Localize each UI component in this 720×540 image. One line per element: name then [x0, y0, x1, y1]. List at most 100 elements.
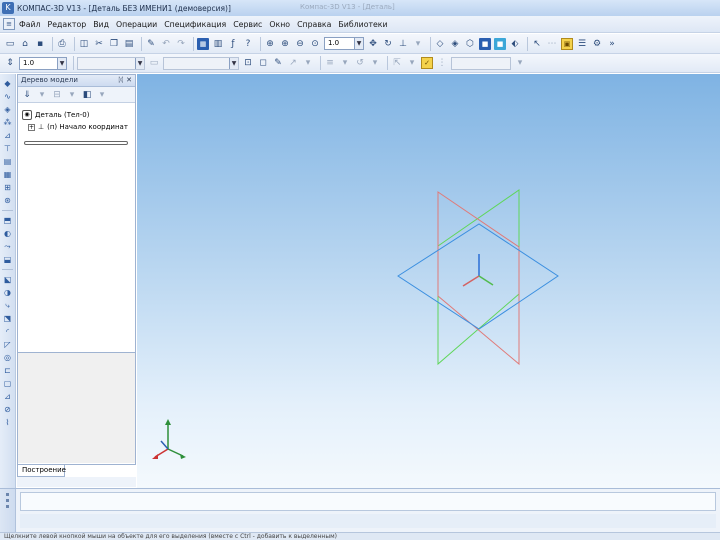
loft-icon[interactable]: ⬓ [2, 254, 13, 265]
filter-icon[interactable]: ⋯ [546, 38, 558, 50]
elements-icon[interactable]: ⊛ [2, 195, 13, 206]
tree-sort-dropdown-icon[interactable]: ▾ [36, 89, 48, 101]
tab-build[interactable]: Построение [17, 465, 66, 477]
pan-icon[interactable]: ✥ [367, 38, 379, 50]
menu-specification[interactable]: Спецификация [164, 20, 226, 29]
select-pointer-icon[interactable]: ↖ [531, 38, 543, 50]
orient-icon[interactable]: ↗ [287, 57, 299, 69]
grid-icon[interactable]: ⋮ [436, 57, 448, 69]
shaded-icon[interactable]: ■ [479, 37, 491, 50]
align-dropdown-icon[interactable]: ▾ [406, 57, 418, 69]
coordinates-combo[interactable] [451, 56, 511, 70]
wireframe-icon[interactable]: ◇ [434, 38, 446, 50]
coordinates-dropdown-icon[interactable]: ▾ [514, 57, 526, 69]
close-icon[interactable]: ✕ [126, 75, 132, 86]
tree-item-part[interactable]: ◉ Деталь (Тел-0) [22, 109, 131, 121]
format-painter-icon[interactable]: ✎ [145, 38, 157, 50]
menu-libraries[interactable]: Библиотеки [338, 20, 387, 29]
paste-icon[interactable]: ▤ [123, 38, 135, 50]
rotate-icon[interactable]: ↻ [382, 38, 394, 50]
layer-combo[interactable]: ▼ [77, 56, 145, 70]
new-document-icon[interactable]: ▭ [4, 38, 16, 50]
round-icon[interactable]: ✓ [421, 57, 433, 69]
menu-file[interactable]: Файл [19, 20, 41, 29]
help-pointer-icon[interactable]: ? [242, 38, 254, 50]
slope-icon[interactable]: ⊿ [2, 391, 13, 402]
kinematic-icon[interactable]: ⤳ [2, 241, 13, 252]
preview-icon[interactable]: ◫ [78, 38, 90, 50]
cut-icon[interactable]: ✂ [93, 38, 105, 50]
reports-icon[interactable]: ⊞ [2, 182, 13, 193]
perspective-icon[interactable]: ⬖ [509, 38, 521, 50]
rib-icon[interactable]: ⊏ [2, 365, 13, 376]
library-manager-icon[interactable]: ▣ [561, 37, 573, 50]
copy-icon[interactable]: ❐ [108, 38, 120, 50]
spatial-curves-icon[interactable]: ∿ [2, 91, 13, 102]
align-icon[interactable]: ⇱ [391, 57, 403, 69]
properties-panel-handle[interactable] [0, 489, 16, 533]
zoom-in-icon[interactable]: ⊕ [279, 38, 291, 50]
menu-help[interactable]: Справка [297, 20, 331, 29]
zoom-out-icon[interactable]: ⊖ [294, 38, 306, 50]
menu-operations[interactable]: Операции [116, 20, 157, 29]
manager-icon[interactable]: ▦ [197, 37, 209, 50]
tree-split-dropdown-icon[interactable]: ▾ [96, 89, 108, 101]
undo-icon[interactable]: ↶ [160, 38, 172, 50]
tree-structure-icon[interactable]: ⊟ [51, 89, 63, 101]
cut-kinematic-icon[interactable]: ⤷ [2, 300, 13, 311]
menu-window[interactable]: Окно [269, 20, 290, 29]
tree-split-icon[interactable]: ◧ [81, 89, 93, 101]
tree-item-origin[interactable]: + ⊥ (п) Начало координат [22, 121, 131, 133]
zoom-fit-icon[interactable]: ⊙ [309, 38, 321, 50]
hidden-lines-icon[interactable]: ◈ [449, 38, 461, 50]
chevron-down-icon[interactable]: ▼ [57, 57, 66, 69]
shaded-edges-icon[interactable]: ■ [494, 37, 506, 50]
cut-revolve-icon[interactable]: ◑ [2, 287, 13, 298]
pin-icon[interactable]: ᛞ [119, 75, 123, 86]
orientation-dropdown-icon[interactable]: ▾ [412, 38, 424, 50]
fillet-icon[interactable]: ◜ [2, 326, 13, 337]
thread-icon[interactable]: ⌇ [2, 417, 13, 428]
plane-icon[interactable]: ◻ [257, 57, 269, 69]
snap-dropdown-icon[interactable]: ▾ [369, 57, 381, 69]
auxiliary-geometry-icon[interactable]: ⊿ [2, 130, 13, 141]
properties-icon[interactable]: ☰ [576, 38, 588, 50]
menu-edit[interactable]: Редактор [48, 20, 87, 29]
sketch-icon[interactable]: ✎ [272, 57, 284, 69]
extrude-icon[interactable]: ⬒ [2, 215, 13, 226]
redo-icon[interactable]: ↷ [175, 38, 187, 50]
edit-details-icon[interactable]: ◆ [2, 78, 13, 89]
revolve-icon[interactable]: ◐ [2, 228, 13, 239]
section-icon[interactable]: ⊘ [2, 404, 13, 415]
orient-dropdown-icon[interactable]: ▾ [302, 57, 314, 69]
zoom-window-icon[interactable]: ⊕ [264, 38, 276, 50]
local-cs-icon[interactable]: ⊡ [242, 57, 254, 69]
cut-extrude-icon[interactable]: ⬕ [2, 274, 13, 285]
settings-icon[interactable]: ⚙ [591, 38, 603, 50]
print-icon[interactable]: ⎙ [56, 38, 68, 50]
expand-icon[interactable]: + [28, 123, 35, 131]
zoom-combo[interactable]: 1.0 ▼ [324, 37, 364, 50]
measure-icon[interactable]: ⊤ [2, 143, 13, 154]
arrays-icon[interactable]: ⁂ [2, 117, 13, 128]
chevron-down-icon[interactable]: ▼ [354, 38, 363, 49]
list-icon[interactable]: ≡ [324, 57, 336, 69]
model-viewport[interactable] [137, 74, 720, 488]
surfaces-icon[interactable]: ◈ [2, 104, 13, 115]
orientation-icon[interactable]: ⊥ [397, 38, 409, 50]
save-icon[interactable]: ▪ [34, 38, 46, 50]
tree-structure-dropdown-icon[interactable]: ▾ [66, 89, 78, 101]
menu-view[interactable]: Вид [93, 20, 109, 29]
specification-icon[interactable]: ▦ [2, 169, 13, 180]
hole-icon[interactable]: ◎ [2, 352, 13, 363]
style-combo[interactable]: ▼ [163, 56, 239, 70]
snap-icon[interactable]: ↺ [354, 57, 366, 69]
menu-service[interactable]: Сервис [233, 20, 262, 29]
shell-icon[interactable]: ▢ [2, 378, 13, 389]
layer-icon[interactable]: ▭ [148, 57, 160, 69]
toolbar-options-icon[interactable]: » [606, 38, 618, 50]
chamfer-icon[interactable]: ◸ [2, 339, 13, 350]
open-folder-icon[interactable]: ⌂ [19, 38, 31, 50]
variables-icon[interactable]: ▥ [212, 38, 224, 50]
chevron-down-icon[interactable]: ▼ [135, 57, 144, 69]
